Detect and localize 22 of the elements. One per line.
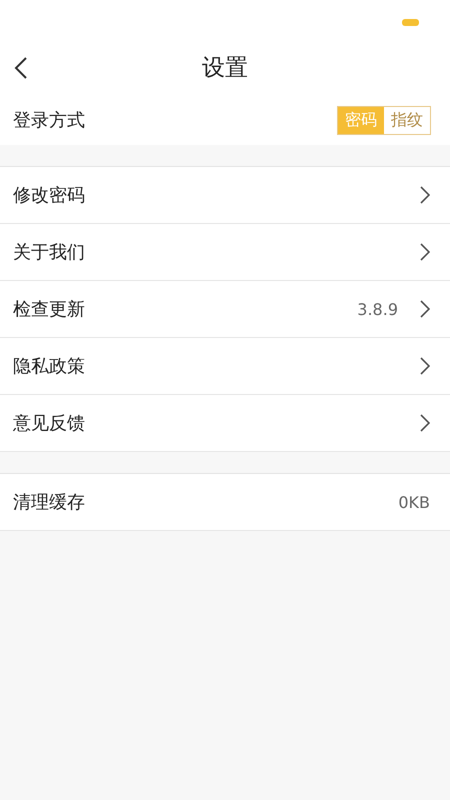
login-method-label: 登录方式 xyxy=(13,109,85,132)
page-title: 设置 xyxy=(202,54,248,83)
row-label: 修改密码 xyxy=(13,184,85,207)
chevron-right-icon xyxy=(420,414,430,432)
row-label: 意见反馈 xyxy=(13,412,85,435)
row-value: 0KB xyxy=(398,492,430,512)
chevron-right-icon xyxy=(420,243,430,261)
row-label: 关于我们 xyxy=(13,241,85,264)
settings-row[interactable]: 清理缓存 0KB xyxy=(0,474,450,531)
settings-row[interactable]: 关于我们 xyxy=(0,224,450,281)
settings-row[interactable]: 修改密码 xyxy=(0,167,450,224)
settings-row[interactable]: 检查更新 3.8.9 xyxy=(0,281,450,338)
settings-row[interactable]: 意见反馈 xyxy=(0,395,450,452)
row-label: 隐私政策 xyxy=(13,355,85,378)
chevron-right-icon xyxy=(420,300,430,318)
chevron-right-icon xyxy=(420,357,430,375)
battery-icon xyxy=(402,18,419,26)
row-label: 清理缓存 xyxy=(13,491,85,514)
settings-row[interactable]: 隐私政策 xyxy=(0,338,450,395)
chevron-right-icon xyxy=(420,186,430,204)
row-value: 3.8.9 xyxy=(357,300,398,318)
row-label: 检查更新 xyxy=(13,298,85,321)
